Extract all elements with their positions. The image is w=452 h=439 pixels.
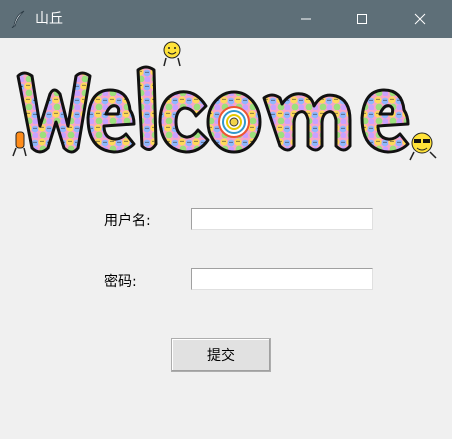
banner-letter-c	[158, 90, 210, 154]
minimize-icon	[301, 18, 311, 20]
minimize-button[interactable]	[283, 0, 329, 38]
password-label: 密码:	[104, 274, 137, 290]
title-bar: 山丘	[0, 0, 452, 38]
banner-letter-w	[16, 71, 92, 154]
welcome-banner	[12, 41, 437, 161]
maximize-icon	[357, 14, 367, 24]
password-input[interactable]	[191, 268, 373, 290]
cartoon-figure-icon	[12, 131, 27, 157]
feather-icon	[11, 10, 25, 28]
maximize-button[interactable]	[339, 0, 385, 38]
sunglasses-smiley-icon	[409, 132, 437, 161]
username-label: 用户名:	[104, 213, 151, 229]
banner-letter-m	[262, 92, 352, 152]
close-icon	[414, 13, 426, 25]
banner-letter-e	[86, 88, 136, 154]
target-emoji-icon	[218, 106, 250, 138]
banner-letter-l	[136, 65, 158, 151]
smiley-icon	[163, 41, 181, 67]
close-button[interactable]	[397, 0, 443, 38]
window-title: 山丘	[35, 11, 63, 27]
username-input[interactable]	[191, 208, 373, 230]
banner-letter-e-2	[360, 88, 410, 154]
submit-button[interactable]: 提交	[171, 338, 271, 372]
